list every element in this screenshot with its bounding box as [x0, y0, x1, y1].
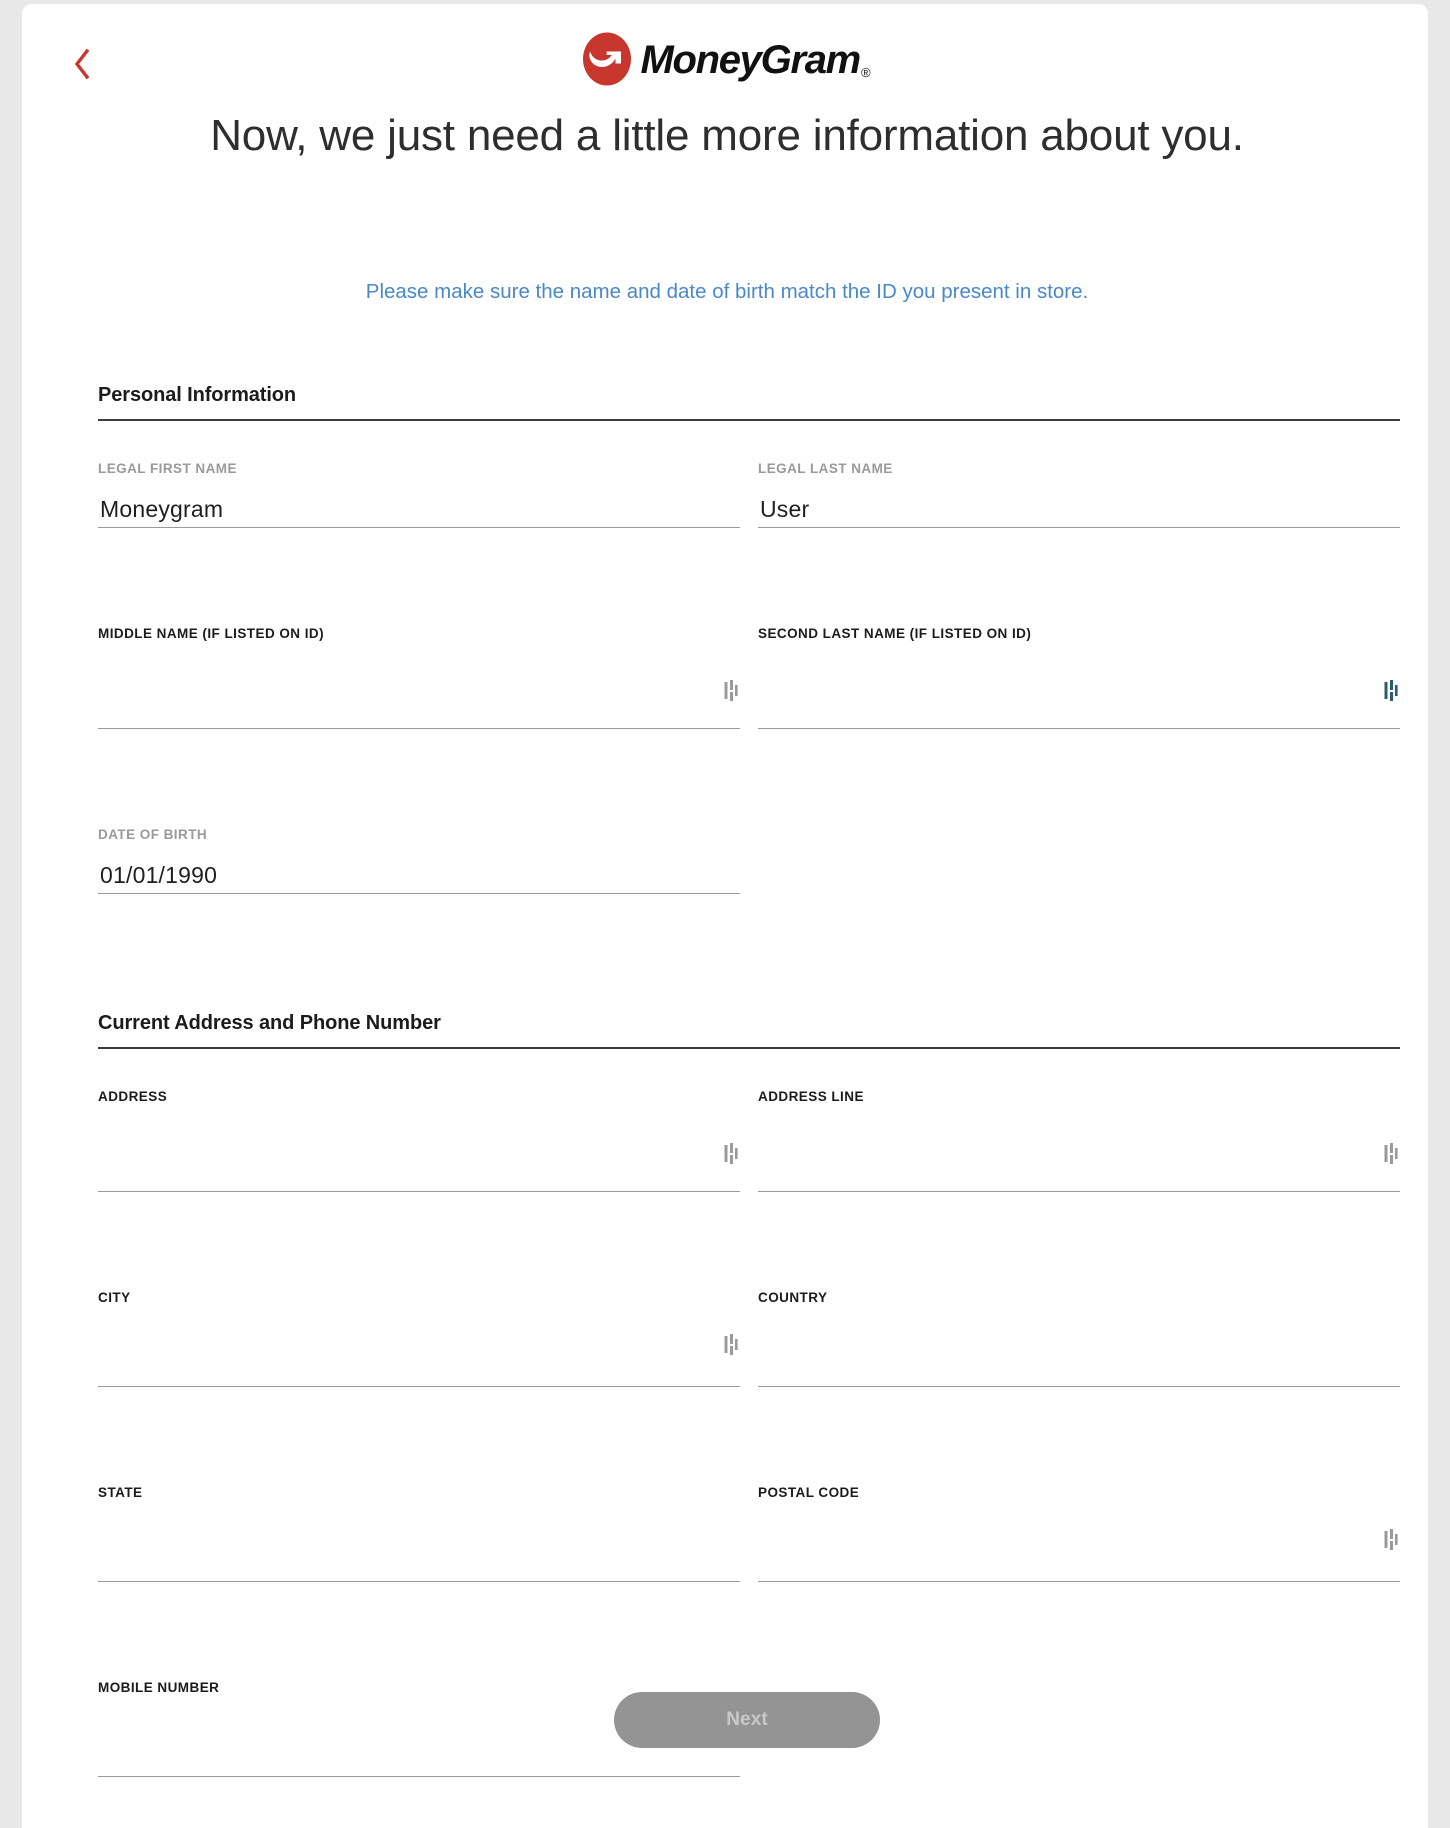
- brand-logo: MoneyGram®: [22, 32, 1428, 86]
- field-group-middle-name: MIDDLE NAME (IF LISTED ON ID): [98, 626, 740, 729]
- form-row: LEGAL FIRST NAME LEGAL LAST NAME: [98, 461, 1400, 528]
- field-group-legal-last-name: LEGAL LAST NAME: [758, 461, 1400, 528]
- field-group-second-last-name: SECOND LAST NAME (IF LISTED ON ID): [758, 626, 1400, 729]
- field-label: STATE: [98, 1485, 143, 1500]
- registration-form: Personal Information LEGAL FIRST NAME LE…: [98, 384, 1400, 1789]
- legal-first-name-input[interactable]: [98, 495, 740, 527]
- legal-first-name-field[interactable]: [98, 486, 740, 528]
- legal-last-name-input[interactable]: [758, 495, 1400, 527]
- address-field[interactable]: [98, 1114, 740, 1192]
- field-label: CITY: [98, 1290, 131, 1305]
- state-field[interactable]: [98, 1510, 740, 1582]
- form-card: MoneyGram® Now, we just need a little mo…: [22, 4, 1428, 1828]
- second-last-name-input[interactable]: [758, 696, 1400, 728]
- brand-wordmark: MoneyGram®: [640, 38, 871, 82]
- field-group-address-line: ADDRESS LINE: [758, 1089, 1400, 1192]
- moneygram-globe-icon: [580, 32, 634, 86]
- missing-glyph-icon: [1384, 1529, 1398, 1551]
- middle-name-input[interactable]: [98, 696, 740, 728]
- missing-glyph-icon: [1384, 680, 1398, 702]
- app-page: MoneyGram® Now, we just need a little mo…: [0, 0, 1450, 1828]
- form-row: MIDDLE NAME (IF LISTED ON ID) SECOND LAS…: [98, 626, 1400, 729]
- form-row: STATE POSTAL CODE: [98, 1485, 1400, 1582]
- field-label: LEGAL FIRST NAME: [98, 461, 237, 476]
- address-input[interactable]: [98, 1159, 740, 1191]
- field-group-date-of-birth: DATE OF BIRTH: [98, 827, 740, 894]
- field-group-country: COUNTRY: [758, 1290, 1400, 1387]
- postal-code-input[interactable]: [758, 1549, 1400, 1581]
- second-last-name-field[interactable]: [758, 651, 1400, 729]
- city-field[interactable]: [98, 1315, 740, 1387]
- middle-name-field[interactable]: [98, 651, 740, 729]
- section-title-personal: Personal Information: [98, 384, 297, 406]
- date-of-birth-input[interactable]: [98, 861, 740, 893]
- page-subtitle: Please make sure the name and date of bi…: [365, 280, 1089, 303]
- row-spacer: [98, 1399, 1398, 1485]
- field-label: SECOND LAST NAME (IF LISTED ON ID): [758, 626, 1032, 641]
- field-group-address: ADDRESS: [98, 1089, 740, 1192]
- field-label: DATE OF BIRTH: [98, 827, 208, 842]
- row-spacer: [98, 540, 1398, 626]
- missing-glyph-icon: [1384, 1143, 1398, 1165]
- row-spacer: [98, 1204, 1398, 1290]
- country-input[interactable]: [758, 1354, 1400, 1386]
- missing-glyph-icon: [724, 680, 738, 702]
- field-label: MIDDLE NAME (IF LISTED ON ID): [98, 626, 325, 641]
- section-divider: [98, 419, 1400, 421]
- mobile-number-input[interactable]: [98, 1744, 740, 1776]
- state-input[interactable]: [98, 1549, 740, 1581]
- field-label: ADDRESS: [98, 1089, 168, 1104]
- field-label: COUNTRY: [758, 1290, 828, 1305]
- field-group-postal-code: POSTAL CODE: [758, 1485, 1400, 1582]
- city-input[interactable]: [98, 1354, 740, 1386]
- field-label: ADDRESS LINE: [758, 1089, 864, 1104]
- page-title: Now, we just need a little more informat…: [210, 111, 1244, 160]
- field-group-legal-first-name: LEGAL FIRST NAME: [98, 461, 740, 528]
- next-button[interactable]: Next: [614, 1692, 880, 1748]
- form-footer: Next: [22, 1692, 1450, 1748]
- row-spacer: [98, 741, 1398, 827]
- field-group-city: CITY: [98, 1290, 740, 1387]
- address-line-field[interactable]: [758, 1114, 1400, 1192]
- missing-glyph-icon: [724, 1143, 738, 1165]
- field-group-state: STATE: [98, 1485, 740, 1582]
- date-of-birth-field[interactable]: [98, 852, 740, 894]
- missing-glyph-icon: [724, 1334, 738, 1356]
- section-title-address: Current Address and Phone Number: [98, 1012, 441, 1034]
- address-line-input[interactable]: [758, 1159, 1400, 1191]
- form-row: ADDRESS ADDRESS LINE: [98, 1089, 1400, 1192]
- registered-mark: ®: [860, 65, 871, 80]
- postal-code-field[interactable]: [758, 1510, 1400, 1582]
- row-spacer: [98, 1594, 1398, 1680]
- country-field[interactable]: [758, 1315, 1400, 1387]
- section-divider: [98, 1047, 1400, 1049]
- form-row: CITY COUNTRY: [98, 1290, 1400, 1387]
- field-label: POSTAL CODE: [758, 1485, 860, 1500]
- form-row: DATE OF BIRTH: [98, 827, 1398, 894]
- legal-last-name-field[interactable]: [758, 486, 1400, 528]
- field-label: LEGAL LAST NAME: [758, 461, 893, 476]
